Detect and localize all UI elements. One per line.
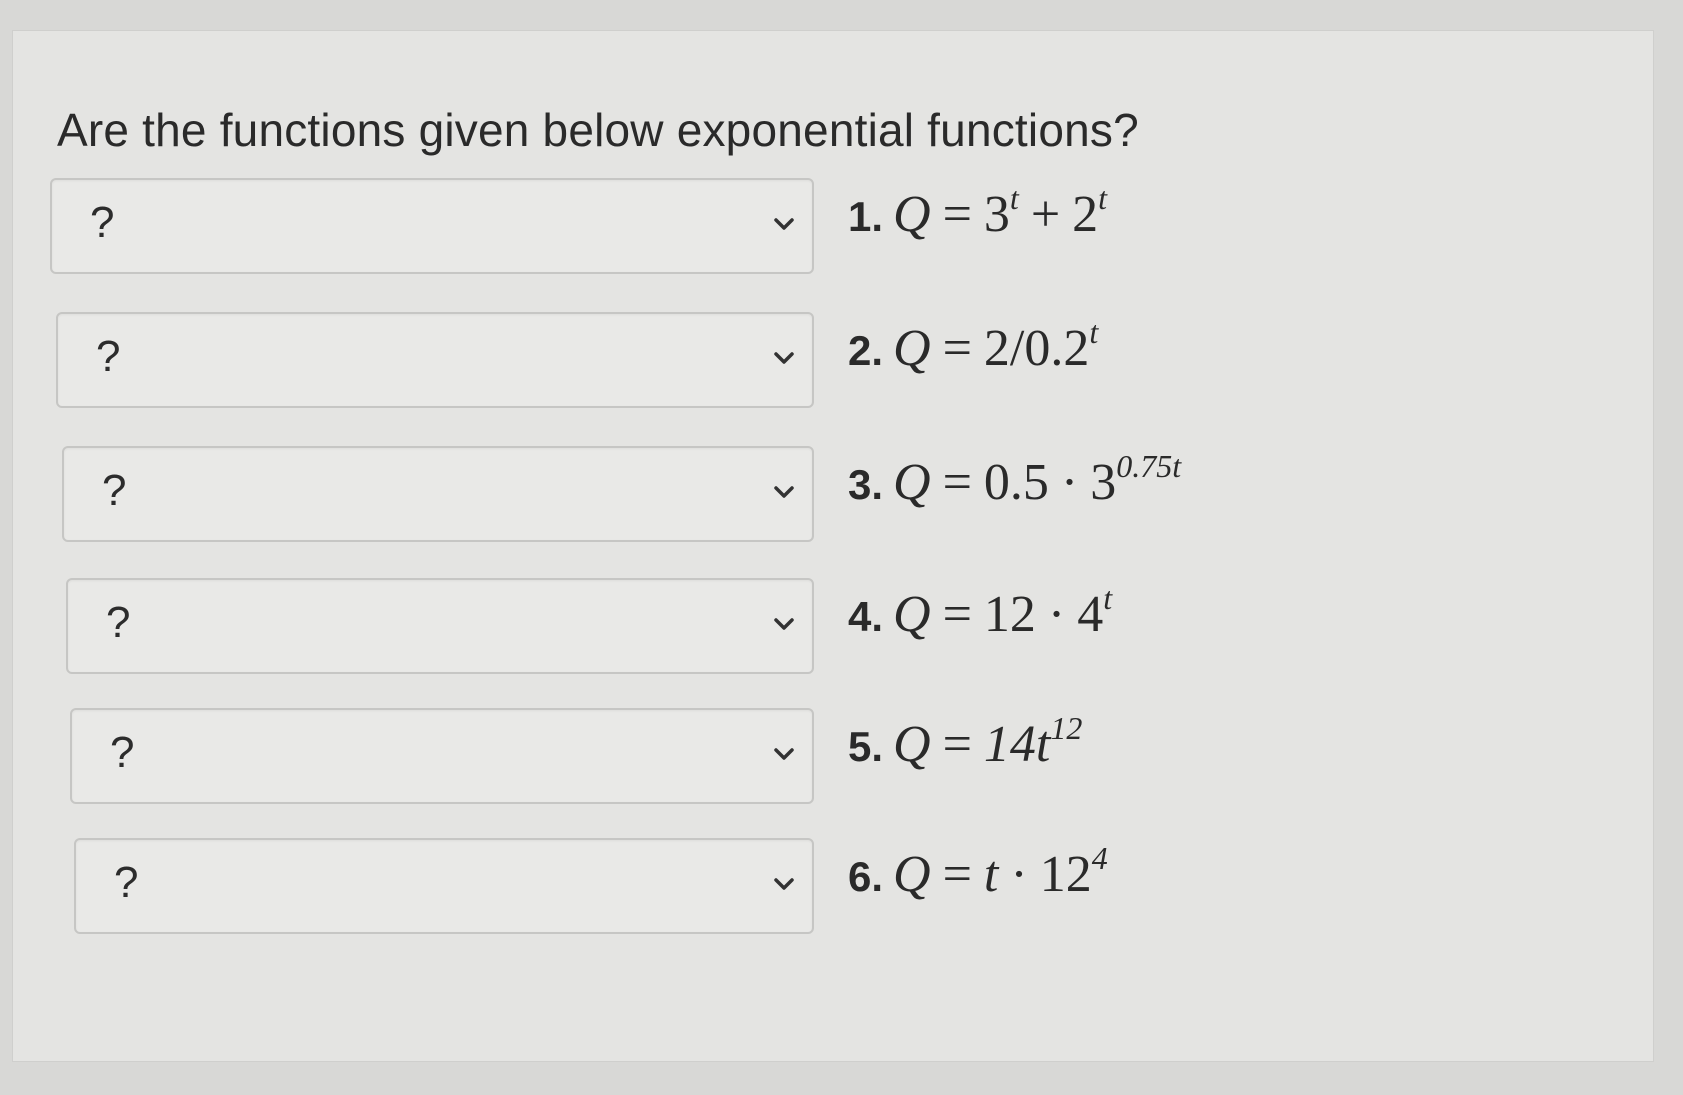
- formula-math: Q = 12 · 4t: [893, 582, 1112, 643]
- formula-term: 12: [983, 586, 1036, 643]
- formula-equals: =: [942, 716, 972, 773]
- formula-math: Q = 0.5 · 30.75t: [893, 450, 1181, 511]
- formula-term: 12: [1039, 846, 1092, 903]
- question-text: Are the functions given below exponentia…: [57, 104, 1139, 156]
- chevron-down-icon[interactable]: [770, 210, 798, 238]
- formula-exponent: t: [1089, 314, 1099, 350]
- formula-lhs: Q: [893, 586, 931, 643]
- dropdown-selected-value: ?: [102, 466, 127, 515]
- formula-equals: =: [942, 186, 972, 243]
- formula-term: 3: [1090, 454, 1117, 511]
- formula-term: t: [983, 846, 999, 903]
- function-formula: 3. Q = 0.5 · 30.75t: [848, 450, 1181, 512]
- dropdown-selected-value: ?: [90, 198, 115, 247]
- formula-exponent: 12: [1050, 710, 1083, 746]
- formula-term: 14t: [983, 716, 1051, 773]
- answer-dropdown[interactable]: ?: [74, 838, 814, 934]
- dropdown-selected-value: ?: [114, 858, 139, 907]
- formula-number: 3.: [848, 461, 884, 508]
- formula-lhs: Q: [893, 716, 931, 773]
- dropdown-selected-value: ?: [106, 598, 131, 647]
- formula-term: 2/0.2: [983, 320, 1090, 377]
- formula-operator: ·: [1047, 586, 1066, 643]
- answer-row: ? 6. Q = t · 124: [74, 838, 1574, 934]
- formula-number: 6.: [848, 853, 884, 900]
- formula-operator: ·: [1060, 454, 1079, 511]
- formula-math: Q = 3t +2t: [893, 182, 1107, 243]
- chevron-down-icon[interactable]: [770, 478, 798, 506]
- answer-row: ? 2. Q = 2/0.2t: [56, 312, 1556, 408]
- formula-equals: =: [942, 846, 972, 903]
- formula-math: Q = 2/0.2t: [893, 316, 1098, 377]
- formula-exponent: t: [1009, 180, 1019, 216]
- formula-lhs: Q: [893, 846, 931, 903]
- answer-dropdown[interactable]: ?: [66, 578, 814, 674]
- function-formula: 4. Q = 12 · 4t: [848, 582, 1112, 644]
- formula-number: 2.: [848, 327, 884, 374]
- formula-term: 4: [1077, 586, 1104, 643]
- answer-row: ? 1. Q = 3t +2t: [50, 178, 1550, 274]
- formula-exponent: 4: [1091, 840, 1108, 876]
- answer-row: ? 3. Q = 0.5 · 30.75t: [62, 446, 1562, 542]
- formula-exponent: 0.75t: [1116, 448, 1182, 484]
- formula-equals: =: [942, 586, 972, 643]
- formula-operator: ·: [1010, 846, 1028, 903]
- formula-lhs: Q: [893, 320, 931, 377]
- formula-term: 0.5: [983, 454, 1049, 511]
- function-formula: 6. Q = t · 124: [848, 842, 1108, 904]
- chevron-down-icon[interactable]: [770, 870, 798, 898]
- formula-number: 5.: [848, 723, 884, 770]
- answer-dropdown[interactable]: ?: [62, 446, 814, 542]
- formula-term: 2: [1072, 186, 1099, 243]
- function-formula: 5. Q = 14t12: [848, 712, 1082, 774]
- formula-exponent: t: [1098, 180, 1108, 216]
- chevron-down-icon[interactable]: [770, 344, 798, 372]
- chevron-down-icon[interactable]: [770, 610, 798, 638]
- function-formula: 2. Q = 2/0.2t: [848, 316, 1098, 378]
- formula-equals: =: [942, 320, 972, 377]
- formula-math: Q = 14t12: [893, 712, 1082, 773]
- formula-lhs: Q: [893, 454, 931, 511]
- answer-dropdown[interactable]: ?: [50, 178, 814, 274]
- formula-equals: =: [942, 454, 972, 511]
- formula-exponent: t: [1103, 580, 1113, 616]
- answer-row: ? 5. Q = 14t12: [70, 708, 1570, 804]
- formula-number: 4.: [848, 593, 884, 640]
- answer-row: ? 4. Q = 12 · 4t: [66, 578, 1566, 674]
- dropdown-selected-value: ?: [96, 332, 121, 381]
- answer-dropdown[interactable]: ?: [56, 312, 814, 408]
- function-formula: 1. Q = 3t +2t: [848, 182, 1107, 244]
- formula-lhs: Q: [893, 186, 931, 243]
- formula-operator: +: [1030, 186, 1061, 243]
- answer-dropdown[interactable]: ?: [70, 708, 814, 804]
- formula-term: 3: [983, 186, 1010, 243]
- chevron-down-icon[interactable]: [770, 740, 798, 768]
- formula-number: 1.: [848, 193, 884, 240]
- formula-math: Q = t · 124: [893, 842, 1108, 903]
- dropdown-selected-value: ?: [110, 728, 135, 777]
